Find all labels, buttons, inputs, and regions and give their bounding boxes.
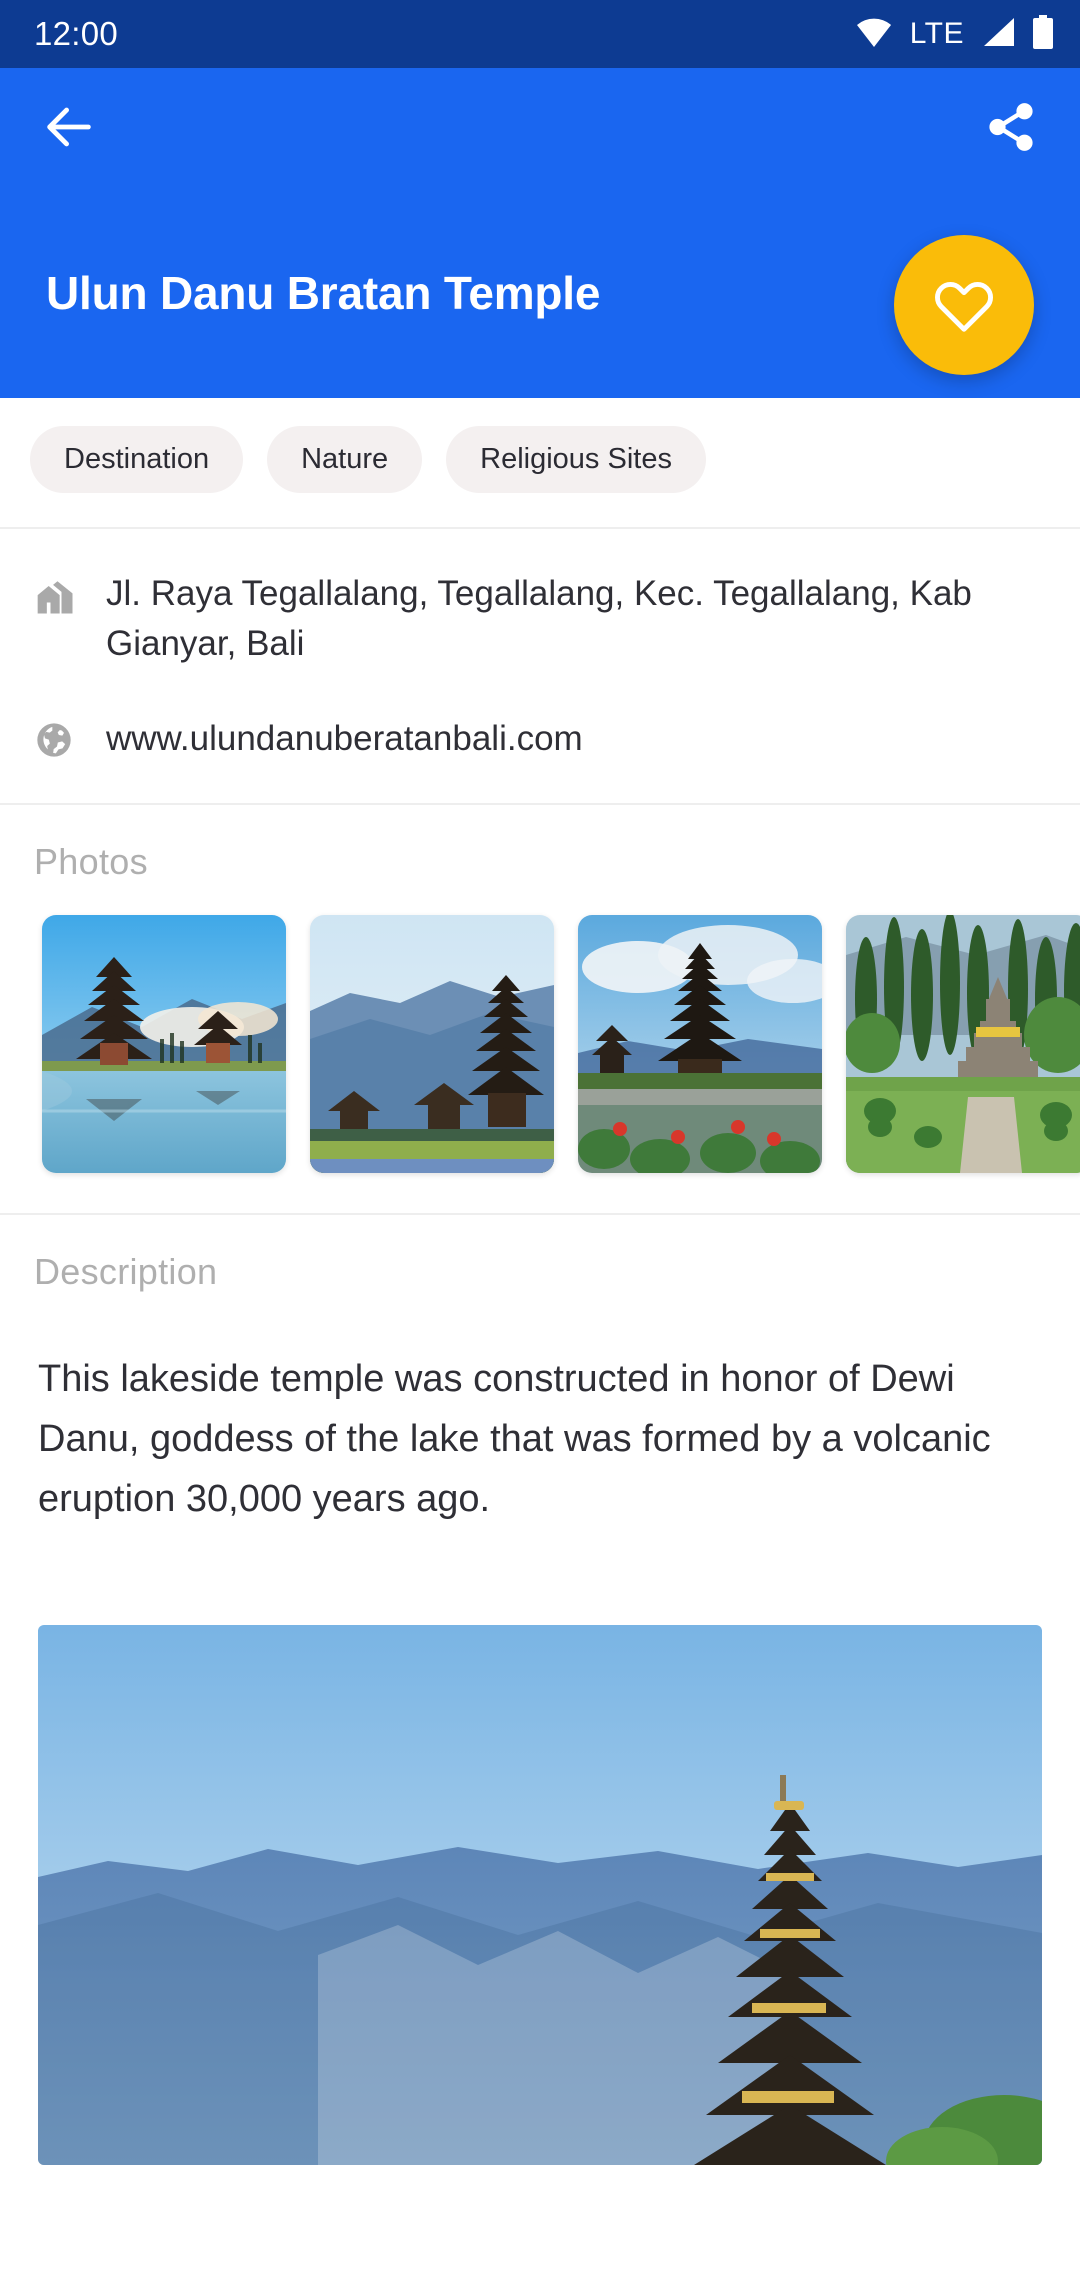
photo-thumbnail[interactable] [846, 915, 1080, 1174]
home-building-icon [34, 569, 98, 624]
globe-icon [34, 714, 98, 765]
page-title: Ulun Danu Bratan Temple [46, 267, 601, 319]
category-chip-row: Destination Nature Religious Sites [0, 398, 1080, 527]
chip-religious-sites[interactable]: Religious Sites [446, 426, 706, 493]
app-screen: 12:00 LTE Ulun Danu Bratan Temple Destin… [0, 0, 1080, 2280]
app-bar-actions [34, 68, 1046, 188]
photos-section-title: Photos [34, 841, 148, 883]
photos-strip[interactable] [0, 883, 1080, 1213]
arrow-back-icon [40, 98, 98, 159]
share-button[interactable] [976, 93, 1046, 163]
description-section-title: Description [34, 1251, 218, 1293]
photo-thumbnail[interactable] [310, 915, 554, 1174]
website-text: www.ulundanuberatanbali.com [106, 719, 583, 759]
photo-thumbnail[interactable] [42, 915, 286, 1174]
favorite-button[interactable] [894, 235, 1034, 375]
heart-outline-icon [933, 273, 995, 338]
battery-icon [1032, 14, 1054, 54]
info-section: Jl. Raya Tegallalang, Tegallalang, Kec. … [0, 529, 1080, 803]
signal-icon [981, 17, 1015, 52]
chip-destination[interactable]: Destination [30, 426, 244, 493]
back-button[interactable] [34, 93, 104, 163]
address-row[interactable]: Jl. Raya Tegallalang, Tegallalang, Kec. … [0, 557, 1080, 680]
website-row[interactable]: www.ulundanuberatanbali.com [0, 680, 1080, 777]
wifi-icon [855, 17, 893, 52]
chip-nature[interactable]: Nature [267, 426, 423, 493]
description-body: This lakeside temple was constructed in … [38, 1358, 991, 1521]
photo-thumbnail[interactable] [578, 915, 822, 1174]
address-text: Jl. Raya Tegallalang, Tegallalang, Kec. … [106, 574, 972, 663]
hero-image[interactable] [38, 1625, 1042, 2166]
share-icon [984, 100, 1038, 157]
status-icon-group: LTE [855, 14, 1054, 54]
status-clock: 12:00 [34, 15, 119, 52]
network-type-label: LTE [909, 17, 964, 50]
status-bar: 12:00 LTE [0, 0, 1080, 68]
